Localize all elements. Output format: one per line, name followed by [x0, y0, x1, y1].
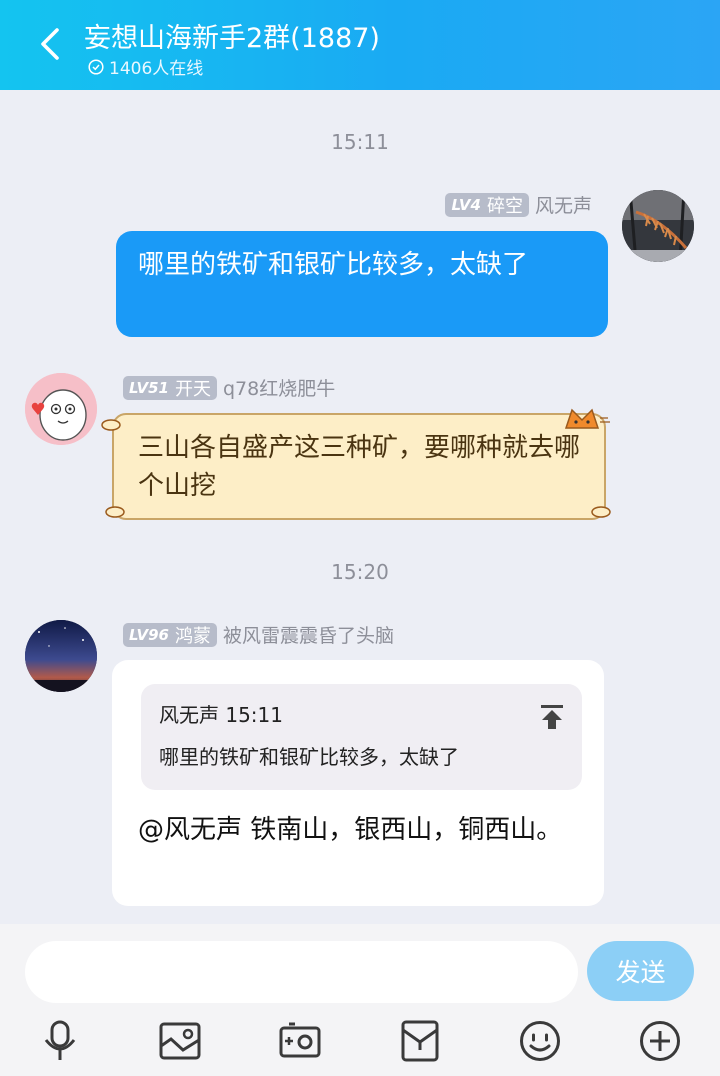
message-bubble-reply[interactable]: 风无声 15:11 哪里的铁矿和银矿比较多，太缺了 @风无声 铁南山，银西山，铜… [112, 660, 604, 906]
cat-ears-icon [564, 408, 610, 429]
sender-meta: LV96 鸿蒙 被风雷震震昏了头脑 [123, 621, 394, 648]
quoted-message[interactable]: 风无声 15:11 哪里的铁矿和银矿比较多，太缺了 [141, 684, 582, 790]
camera-icon [279, 1022, 321, 1058]
level-label: LV96 [129, 625, 169, 644]
message-bubble-cat[interactable]: 三山各自盛产这三种矿，要哪种就去哪个山挖 [112, 413, 606, 520]
level-badge: LV96 鸿蒙 [123, 622, 217, 647]
back-button[interactable] [30, 24, 70, 64]
avatar[interactable] [25, 373, 97, 445]
chat-header: 妄想山海新手2群(1887) 1406人在线 [0, 0, 720, 90]
sender-name[interactable]: 被风雷震震昏了头脑 [223, 621, 394, 648]
sender-meta: LV51 开天 q78红烧肥牛 [123, 374, 335, 401]
group-title[interactable]: 妄想山海新手2群(1887) [84, 16, 380, 55]
avatar-cartoon [25, 373, 97, 445]
avatar-photo [622, 190, 694, 262]
cat-paw-icon [591, 506, 611, 518]
rank-title: 碎空 [486, 195, 523, 217]
sender-name[interactable]: q78红烧肥牛 [223, 374, 335, 401]
reply-text: @风无声 铁南山，银西山，铜西山。 [138, 815, 563, 845]
send-button[interactable]: 发送 [587, 941, 694, 1001]
voice-button[interactable] [38, 1019, 82, 1063]
message-input[interactable] [25, 941, 578, 1003]
message-text: 三山各自盛产这三种矿，要哪种就去哪个山挖 [138, 433, 581, 501]
level-label: LV4 [451, 195, 481, 214]
quote-text: 哪里的铁矿和银矿比较多，太缺了 [159, 745, 459, 769]
check-circle-icon [88, 58, 104, 75]
level-badge: LV51 开天 [123, 375, 217, 400]
timestamp: 15:11 [331, 130, 389, 154]
sender-meta: LV4 碎空 风无声 [445, 191, 592, 218]
smiley-icon [520, 1021, 560, 1061]
red-packet-icon [401, 1020, 439, 1062]
timestamp: 15:20 [331, 560, 389, 584]
sender-name[interactable]: 风无声 [535, 191, 592, 218]
cat-paw-icon [105, 506, 125, 518]
avatar-night-sky [25, 620, 97, 692]
image-button[interactable] [158, 1019, 202, 1063]
quote-header: 风无声 15:11 [159, 703, 283, 727]
avatar[interactable] [622, 190, 694, 262]
chevron-left-icon [41, 28, 59, 60]
level-label: LV51 [129, 378, 169, 397]
image-icon [159, 1022, 201, 1060]
rank-title: 鸿蒙 [174, 625, 211, 647]
composer-bar: 发送 [0, 924, 720, 1076]
more-button[interactable] [638, 1019, 682, 1063]
red-packet-button[interactable] [398, 1019, 442, 1063]
emoji-button[interactable] [518, 1019, 562, 1063]
level-badge: LV4 碎空 [445, 192, 529, 217]
message-bubble-own[interactable]: 哪里的铁矿和银矿比较多，太缺了 [116, 231, 608, 337]
avatar[interactable] [25, 620, 97, 692]
rank-title: 开天 [174, 378, 211, 400]
online-count: 1406人在线 [109, 59, 204, 79]
online-status: 1406人在线 [88, 54, 203, 79]
cat-paw-icon [101, 419, 121, 431]
microphone-icon [44, 1020, 76, 1060]
jump-to-top-icon[interactable] [540, 704, 564, 730]
plus-circle-icon [640, 1021, 680, 1061]
camera-button[interactable] [278, 1019, 322, 1063]
